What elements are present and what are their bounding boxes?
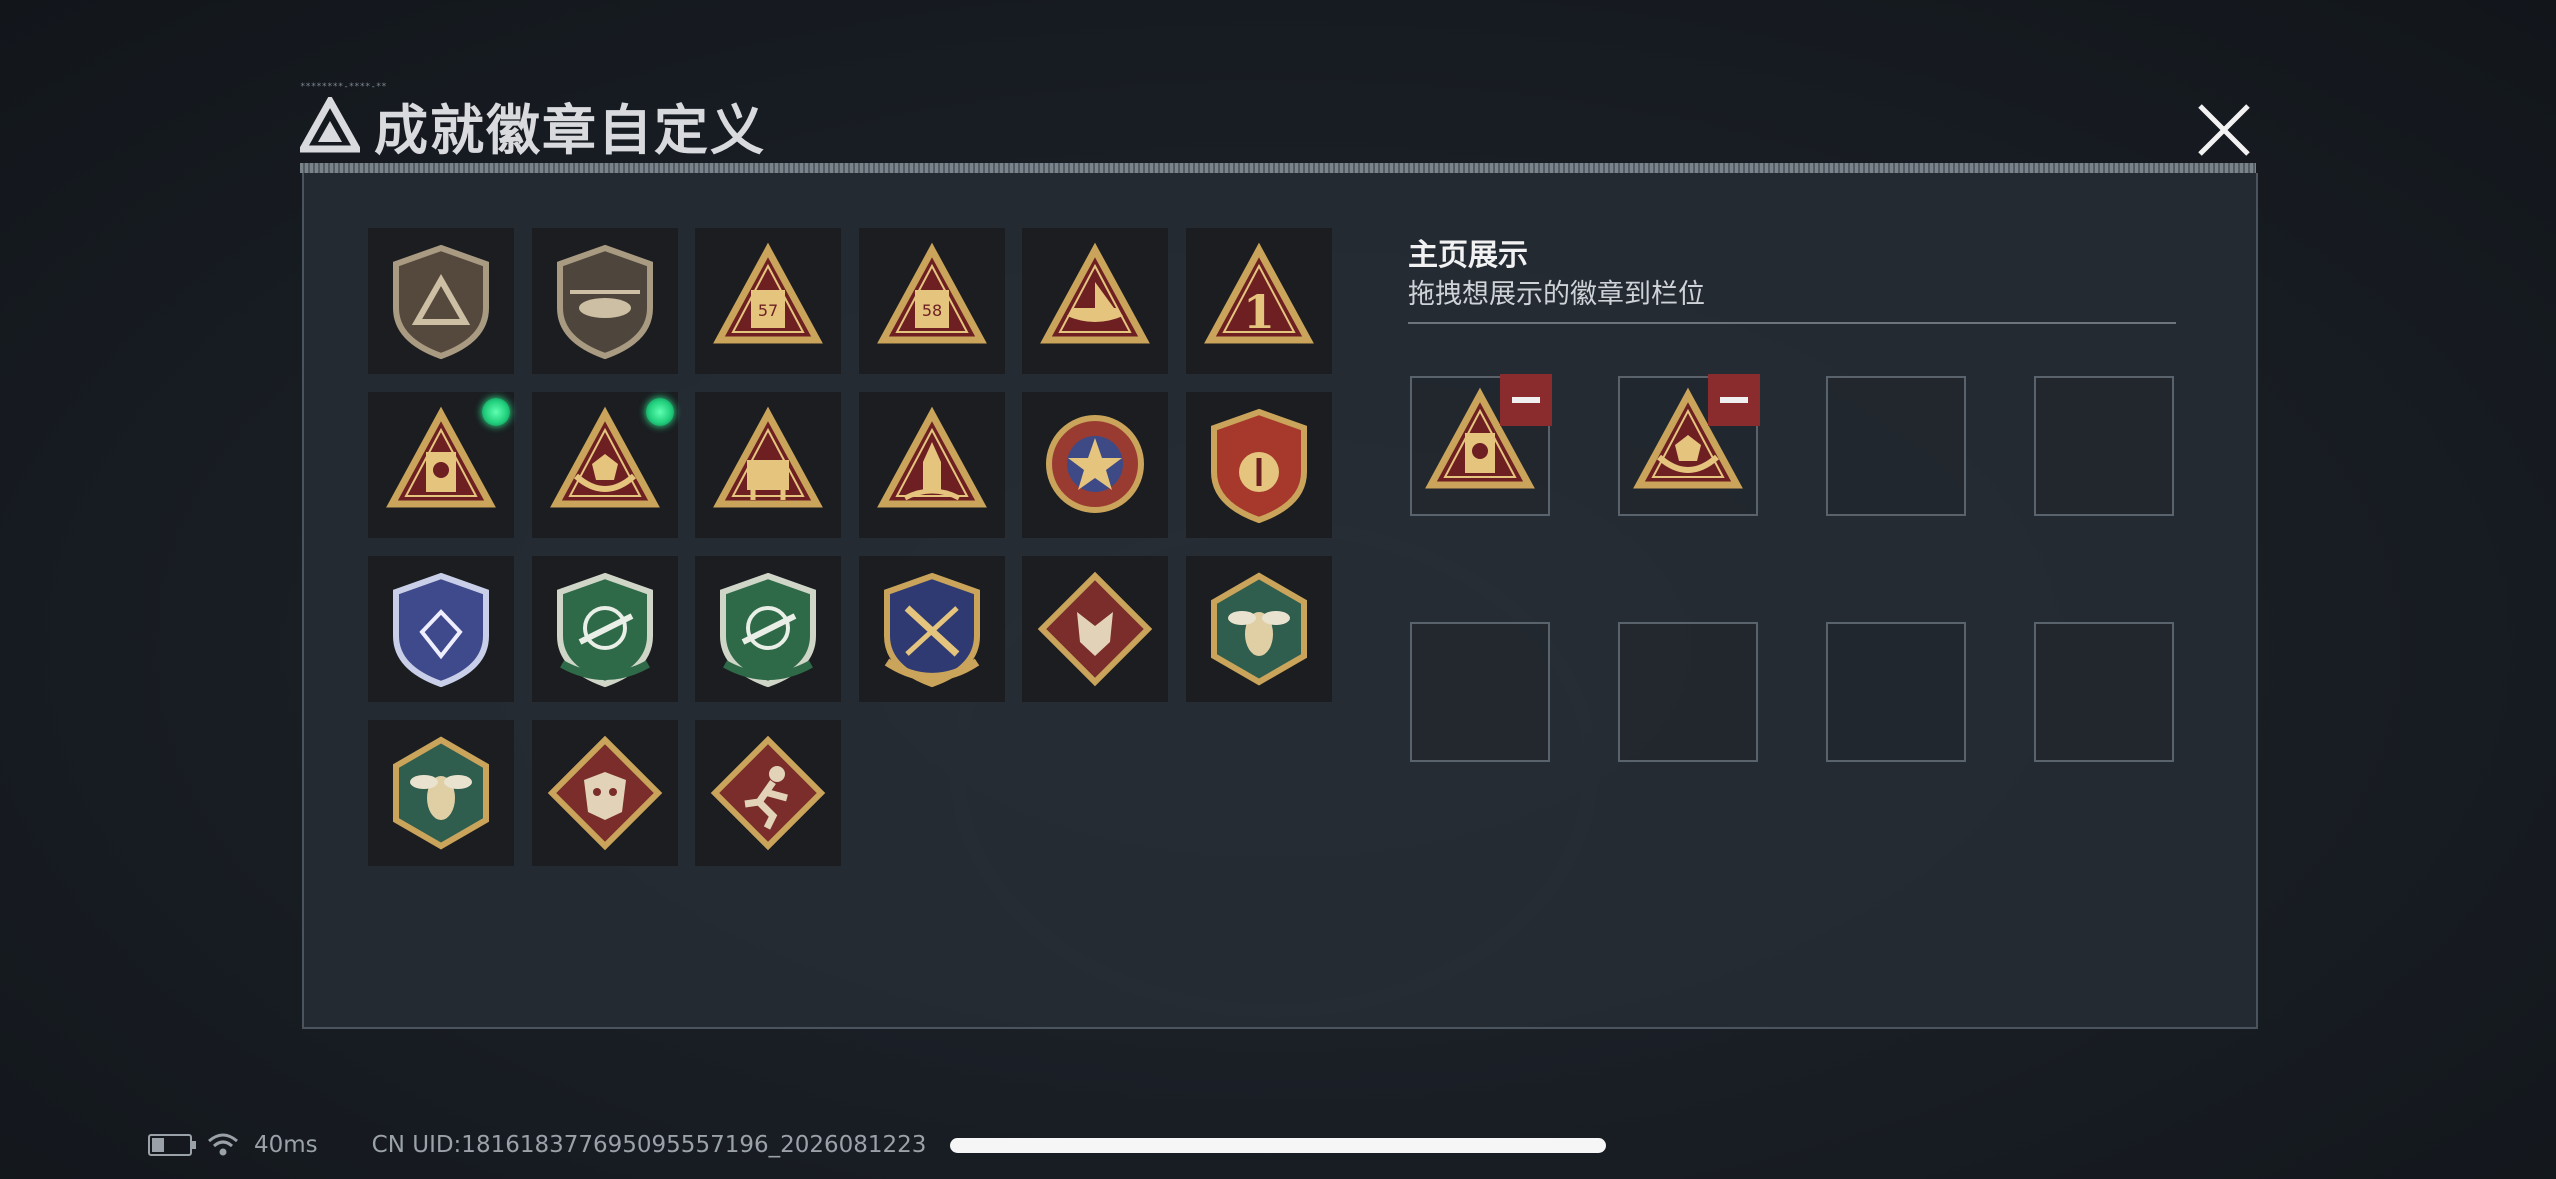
badge-cell[interactable]: 1 [1185,228,1332,374]
badge-cell[interactable]: 57 [695,228,841,374]
badge-cell[interactable]: 58 [858,228,1005,374]
game-logo-icon [300,97,360,153]
hornet-hexagon-badge-icon [393,736,489,850]
triangle-58-badge-icon: 58 [876,242,987,344]
diamond-shield-medal-icon [393,572,489,688]
display-slot[interactable] [2034,376,2174,516]
ping-value: 40ms [254,1132,318,1158]
triangle-57-badge-icon: 57 [713,242,823,344]
remove-badge-button[interactable] [1500,374,1552,426]
page-title: 成就徽章自定义 [374,98,766,162]
badge-cell[interactable] [1185,556,1332,702]
badge-cell[interactable] [368,556,514,702]
green-rifle-shield-icon [720,572,816,688]
badge-cell[interactable] [695,720,841,866]
badge-cell[interactable] [858,556,1005,702]
badge-cell[interactable] [695,392,841,538]
badge-cell[interactable] [368,228,514,374]
runner-diamond-badge-icon [710,735,826,851]
svg-text:57: 57 [758,301,778,320]
badge-cell[interactable] [531,720,678,866]
svg-text:1: 1 [1242,285,1274,339]
display-slot[interactable] [1618,622,1758,762]
badge-cell[interactable] [858,392,1005,538]
badge-cell[interactable] [368,720,514,866]
badge-cell[interactable] [368,392,514,538]
display-divider [1408,322,2176,324]
display-slot[interactable] [1618,374,1760,516]
display-slot[interactable] [1410,374,1552,516]
header-stripe [300,163,2256,173]
uid-text: CN UID:1816183776950955571​96_2026081223… [371,1132,927,1158]
remove-badge-button[interactable] [1708,374,1760,426]
display-slot[interactable] [1410,622,1550,762]
triangle-mech-badge-icon [713,406,823,508]
hornet-hexagon-badge-icon [1210,572,1307,686]
wifi-icon [208,1133,238,1156]
badge-cell[interactable] [1185,392,1332,538]
status-bar: 40ms CN UID:1816183776950955571​96_20260… [148,1128,926,1162]
display-section-title: 主页展示 [1408,238,1528,273]
badge-cell[interactable] [1022,556,1168,702]
new-indicator-dot [482,398,510,426]
display-slot[interactable] [2034,622,2174,762]
triangle-ship-badge-icon [1040,242,1150,344]
battery-icon [148,1134,196,1156]
helicopter-shield-badge-icon [556,244,653,360]
shield-triangle-badge-icon [393,244,489,360]
badge-cell[interactable] [1022,228,1168,374]
home-indicator[interactable] [950,1138,1606,1153]
display-section-subtitle: 拖拽想展示的徽章到栏位 [1408,279,1705,310]
dragon-diamond-badge-icon [547,735,662,851]
crossed-weapons-shield-icon [883,572,980,688]
crest-medal-icon [1210,408,1307,524]
badge-cell[interactable] [1022,392,1168,538]
display-slot[interactable] [1826,376,1966,516]
triangle-rocket-badge-icon [876,406,987,508]
title-bar: 成就徽章自定义 [300,85,766,165]
close-button[interactable] [2190,96,2258,164]
badge-cell[interactable] [531,392,678,538]
badge-cell[interactable] [531,556,678,702]
badge-cell[interactable] [531,228,678,374]
triangle-number-1-badge-icon: 1 [1203,242,1314,344]
badge-cell[interactable] [695,556,841,702]
svg-text:58: 58 [921,301,941,320]
new-indicator-dot [645,398,674,426]
display-slot[interactable] [1826,622,1966,762]
wolf-diamond-badge-icon [1037,571,1153,687]
green-rifle-shield-icon [556,572,653,688]
star-wheel-medal-icon [1046,415,1144,513]
